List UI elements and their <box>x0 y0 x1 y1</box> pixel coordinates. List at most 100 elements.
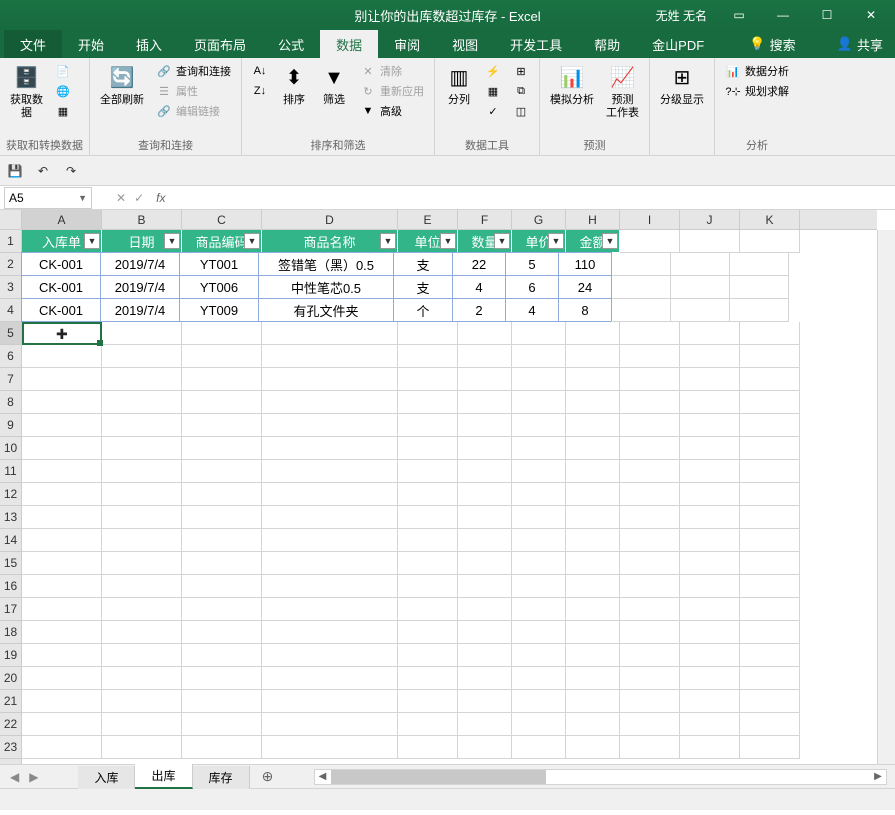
cell[interactable] <box>620 736 680 759</box>
cell[interactable] <box>262 483 398 506</box>
advanced-filter-button[interactable]: ▼高级 <box>356 102 428 120</box>
cell[interactable] <box>620 529 680 552</box>
solver-button[interactable]: ?⊹规划求解 <box>721 82 793 100</box>
cell[interactable] <box>398 667 458 690</box>
data-analysis-button[interactable]: 📊数据分析 <box>721 62 793 80</box>
cell[interactable] <box>22 713 102 736</box>
row-header[interactable]: 16 <box>0 575 21 598</box>
column-header[interactable]: D <box>262 210 398 229</box>
column-header[interactable]: I <box>620 210 680 229</box>
cell[interactable] <box>102 667 182 690</box>
cell[interactable] <box>262 368 398 391</box>
cell[interactable] <box>680 690 740 713</box>
minimize-icon[interactable]: — <box>763 3 803 27</box>
cell[interactable]: 8 <box>558 298 612 322</box>
tab-layout[interactable]: 页面布局 <box>178 30 262 58</box>
cell[interactable]: 22 <box>452 252 506 276</box>
cell[interactable] <box>512 529 566 552</box>
cell[interactable] <box>680 483 740 506</box>
cell[interactable]: 5 <box>505 252 559 276</box>
cell[interactable]: CK-001 <box>21 275 101 299</box>
cell[interactable] <box>620 368 680 391</box>
cell[interactable]: 金额▼ <box>566 230 620 253</box>
cell[interactable] <box>566 414 620 437</box>
cell[interactable] <box>566 598 620 621</box>
cell[interactable] <box>182 529 262 552</box>
cell[interactable] <box>670 252 730 276</box>
cell[interactable] <box>458 667 512 690</box>
cell[interactable] <box>398 736 458 759</box>
cell[interactable] <box>512 644 566 667</box>
cell[interactable] <box>512 368 566 391</box>
row-header[interactable]: 14 <box>0 529 21 552</box>
cell[interactable] <box>182 644 262 667</box>
data-validation-button[interactable]: ✓ <box>481 102 505 120</box>
cell[interactable] <box>458 529 512 552</box>
cell[interactable] <box>512 414 566 437</box>
cell[interactable] <box>740 506 800 529</box>
cell[interactable] <box>670 298 730 322</box>
cell[interactable] <box>566 483 620 506</box>
cell[interactable] <box>398 483 458 506</box>
cell[interactable] <box>398 391 458 414</box>
cell[interactable] <box>620 552 680 575</box>
get-data-button[interactable]: 🗄️ 获取数 据 <box>6 62 47 122</box>
cell[interactable]: 2 <box>452 298 506 322</box>
cell[interactable] <box>740 598 800 621</box>
consolidate-button[interactable]: ⊞ <box>509 62 533 80</box>
cell[interactable] <box>102 460 182 483</box>
cell[interactable] <box>680 667 740 690</box>
filter-dropdown-button[interactable]: ▼ <box>602 233 618 249</box>
cell[interactable] <box>22 529 102 552</box>
cell[interactable] <box>740 713 800 736</box>
vertical-scrollbar[interactable] <box>877 230 895 764</box>
cell[interactable] <box>102 598 182 621</box>
cell[interactable] <box>22 391 102 414</box>
cell[interactable] <box>740 391 800 414</box>
cell[interactable] <box>740 667 800 690</box>
cell[interactable] <box>262 391 398 414</box>
chevron-down-icon[interactable]: ▼ <box>78 193 87 203</box>
cell[interactable] <box>182 552 262 575</box>
ribbon-display-icon[interactable]: ▭ <box>719 3 759 27</box>
cell[interactable] <box>458 414 512 437</box>
cell[interactable] <box>740 460 800 483</box>
cell[interactable] <box>729 275 789 299</box>
cell[interactable]: 2019/7/4 <box>100 298 180 322</box>
cell[interactable] <box>740 230 800 253</box>
cell[interactable] <box>620 644 680 667</box>
cell[interactable] <box>680 598 740 621</box>
cell[interactable] <box>262 437 398 460</box>
cell[interactable] <box>182 506 262 529</box>
tell-me-search[interactable]: 💡 搜索 <box>739 30 805 58</box>
cell[interactable]: YT001 <box>179 252 259 276</box>
close-icon[interactable]: ✕ <box>851 3 891 27</box>
undo-button[interactable]: ↶ <box>34 162 52 180</box>
cell[interactable] <box>620 598 680 621</box>
cell[interactable] <box>262 736 398 759</box>
cell[interactable] <box>182 414 262 437</box>
cell[interactable]: 4 <box>452 275 506 299</box>
cell[interactable] <box>512 483 566 506</box>
cell[interactable] <box>398 414 458 437</box>
sheet-tab-chuku[interactable]: 出库 <box>135 764 192 789</box>
cell[interactable] <box>398 690 458 713</box>
cell[interactable]: 2019/7/4 <box>100 275 180 299</box>
cell[interactable]: 单位▼ <box>398 230 458 253</box>
cell[interactable] <box>566 690 620 713</box>
cell[interactable] <box>458 690 512 713</box>
row-header[interactable]: 22 <box>0 713 21 736</box>
cell[interactable] <box>729 252 789 276</box>
cell[interactable] <box>680 552 740 575</box>
cell[interactable] <box>102 345 182 368</box>
cell[interactable] <box>22 690 102 713</box>
cell[interactable] <box>458 713 512 736</box>
cell[interactable] <box>611 298 671 322</box>
cell[interactable] <box>458 483 512 506</box>
cell[interactable] <box>22 506 102 529</box>
cell[interactable] <box>262 322 398 345</box>
reapply-button[interactable]: ↻重新应用 <box>356 82 428 100</box>
filter-dropdown-button[interactable]: ▼ <box>494 233 510 249</box>
cell[interactable] <box>102 529 182 552</box>
cell[interactable] <box>566 575 620 598</box>
